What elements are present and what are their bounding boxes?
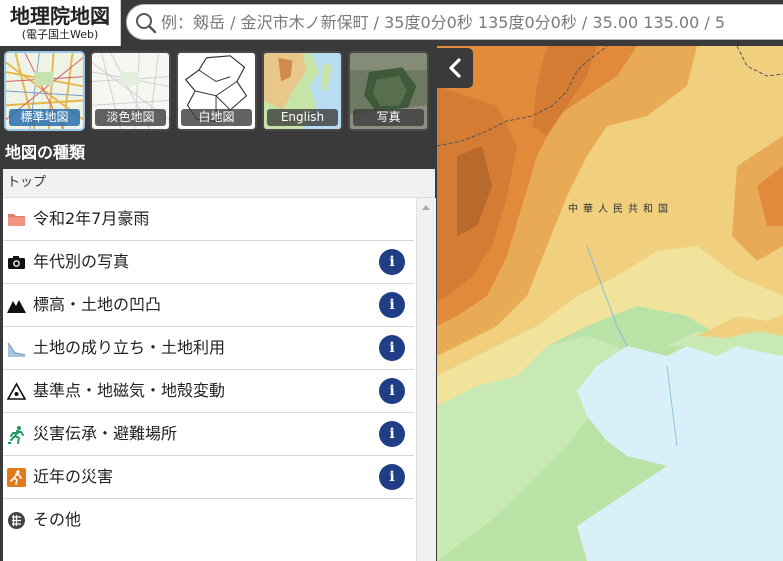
map-type-pale[interactable]: 淡色地図 [90,51,171,131]
info-button[interactable]: i [379,464,405,490]
chevron-left-icon [449,58,461,78]
list-item-label: 土地の成り立ち・土地利用 [33,338,226,357]
section-title: 地図の種類 [5,143,86,162]
list-item-label: 標高・土地の凹凸 [33,295,162,314]
list-item-label: 令和2年7月豪雨 [33,209,150,228]
map-type-standard[interactable]: 標準地図 [4,51,85,131]
map-type-label: 写真 [353,109,424,126]
list-item-label: 年代別の写真 [33,252,130,271]
map-type-photo[interactable]: 写真 [348,51,429,131]
list-scrollbar[interactable] [416,198,436,561]
scroll-up-arrow-icon[interactable] [422,205,430,210]
terrain-map [437,46,783,561]
search-box [126,4,783,40]
app-logo[interactable]: 地理院地図 (電子国土Web) [0,0,121,46]
info-button[interactable]: i [379,421,405,447]
list-item[interactable]: その他 [3,499,414,541]
map-type-english[interactable]: English [262,51,343,131]
country-label: 中華人民共和国 [568,204,673,215]
list-item[interactable]: 標高・土地の凹凸 i [3,284,414,327]
info-button[interactable]: i [379,378,405,404]
info-button[interactable]: i [379,292,405,318]
map-type-label: 白地図 [181,109,252,126]
list-item-label: 災害伝承・避難場所 [33,424,178,443]
search-input[interactable] [161,8,783,36]
mountain-icon [7,300,26,313]
list-item[interactable]: 年代別の写真 i [3,241,414,284]
camera-icon [8,256,25,269]
logo-subtitle: (電子国土Web) [21,28,99,41]
header-bar: 地理院地図 (電子国土Web) [0,0,783,46]
disaster-icon [7,468,26,487]
map-type-blank[interactable]: 白地図 [176,51,257,131]
list-item[interactable]: 土地の成り立ち・土地利用 i [3,327,414,370]
side-panel: 標準地図 淡色地図 白地図 English 写真 地図の種類 トップ 令和2年7… [0,46,437,561]
info-button[interactable]: i [379,249,405,275]
list-item-label: その他 [33,510,82,529]
map-type-label: 淡色地図 [95,109,166,126]
triangulation-point-icon [7,382,26,400]
list-item[interactable]: 近年の災害 i [3,456,414,499]
map-type-label: English [267,109,338,126]
map-canvas[interactable]: 中華人民共和国 [437,46,783,561]
layer-list-container: トップ 令和2年7月豪雨 年代別の写真 i 標高・土地の凹凸 i 土地の成り立ち… [3,169,436,561]
map-type-label: 標準地図 [9,109,80,126]
logo-title: 地理院地図 [10,4,110,28]
list-item-label: 基準点・地磁気・地殻変動 [33,381,226,400]
panel-collapse-button[interactable] [437,48,473,88]
landform-icon [7,342,26,357]
breadcrumb[interactable]: トップ [3,169,435,198]
info-button[interactable]: i [379,335,405,361]
search-icon[interactable] [135,12,157,34]
layer-list: 令和2年7月豪雨 年代別の写真 i 標高・土地の凹凸 i 土地の成り立ち・土地利… [3,198,414,541]
list-item-label: 近年の災害 [33,467,114,486]
folder-icon [8,214,25,226]
list-item[interactable]: 基準点・地磁気・地殻変動 i [3,370,414,413]
map-type-thumbnails: 標準地図 淡色地図 白地図 English 写真 [4,51,434,135]
list-item[interactable]: 災害伝承・避難場所 i [3,413,414,456]
other-icon [8,512,25,529]
evacuation-icon [8,426,24,444]
list-item[interactable]: 令和2年7月豪雨 [3,198,414,241]
